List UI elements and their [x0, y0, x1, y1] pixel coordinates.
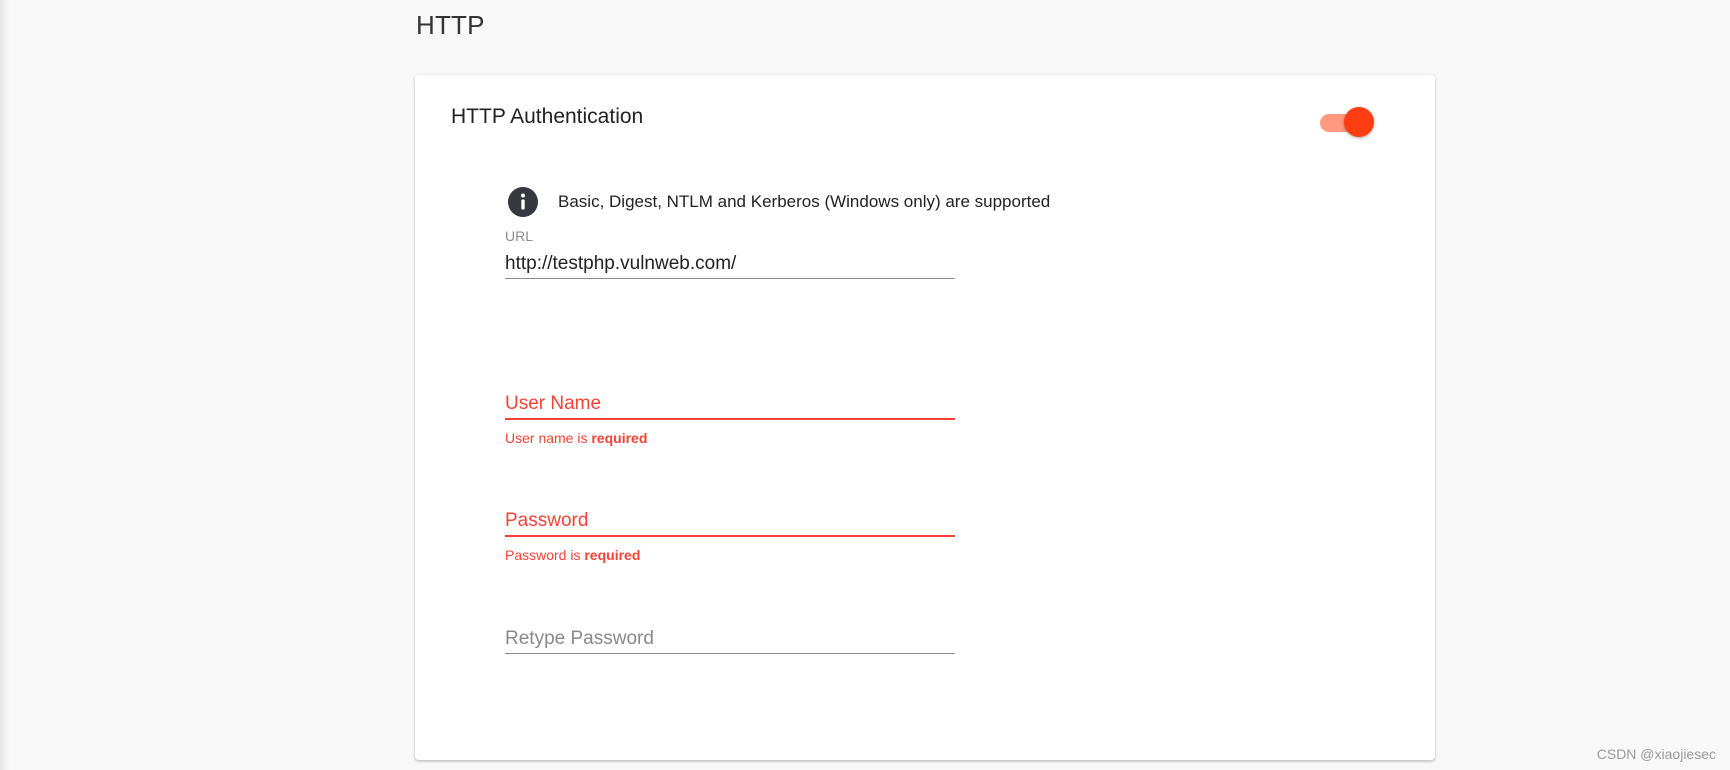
card-title: HTTP Authentication [451, 105, 644, 128]
info-icon [507, 186, 539, 218]
http-auth-toggle[interactable] [1320, 107, 1376, 139]
http-auth-card: HTTP Authentication Basic, Digest, NTLM … [415, 75, 1435, 760]
password-error-text: Password is [505, 547, 581, 563]
info-text: Basic, Digest, NTLM and Kerberos (Window… [558, 192, 1051, 211]
password-error: Password is required [505, 547, 955, 563]
password-input[interactable] [505, 507, 955, 537]
password-field: Password is required [505, 507, 955, 563]
retype-password-field [505, 625, 955, 654]
section-title: HTTP [416, 10, 485, 40]
username-error: User name is required [505, 430, 955, 446]
left-edge-shadow [0, 0, 10, 770]
url-label: URL [505, 228, 534, 244]
toggle-thumb [1344, 107, 1374, 137]
username-error-strong: required [591, 430, 648, 446]
username-field: User name is required [505, 390, 955, 446]
username-error-text: User name is [505, 430, 588, 446]
password-error-strong: required [584, 547, 641, 563]
retype-password-input[interactable] [505, 625, 955, 654]
url-field: URL [505, 228, 955, 279]
watermark: CSDN @xiaojiesec [1596, 746, 1716, 762]
username-input[interactable] [505, 390, 955, 420]
url-input[interactable] [505, 250, 955, 279]
info-row: Basic, Digest, NTLM and Kerberos (Window… [507, 186, 1050, 218]
